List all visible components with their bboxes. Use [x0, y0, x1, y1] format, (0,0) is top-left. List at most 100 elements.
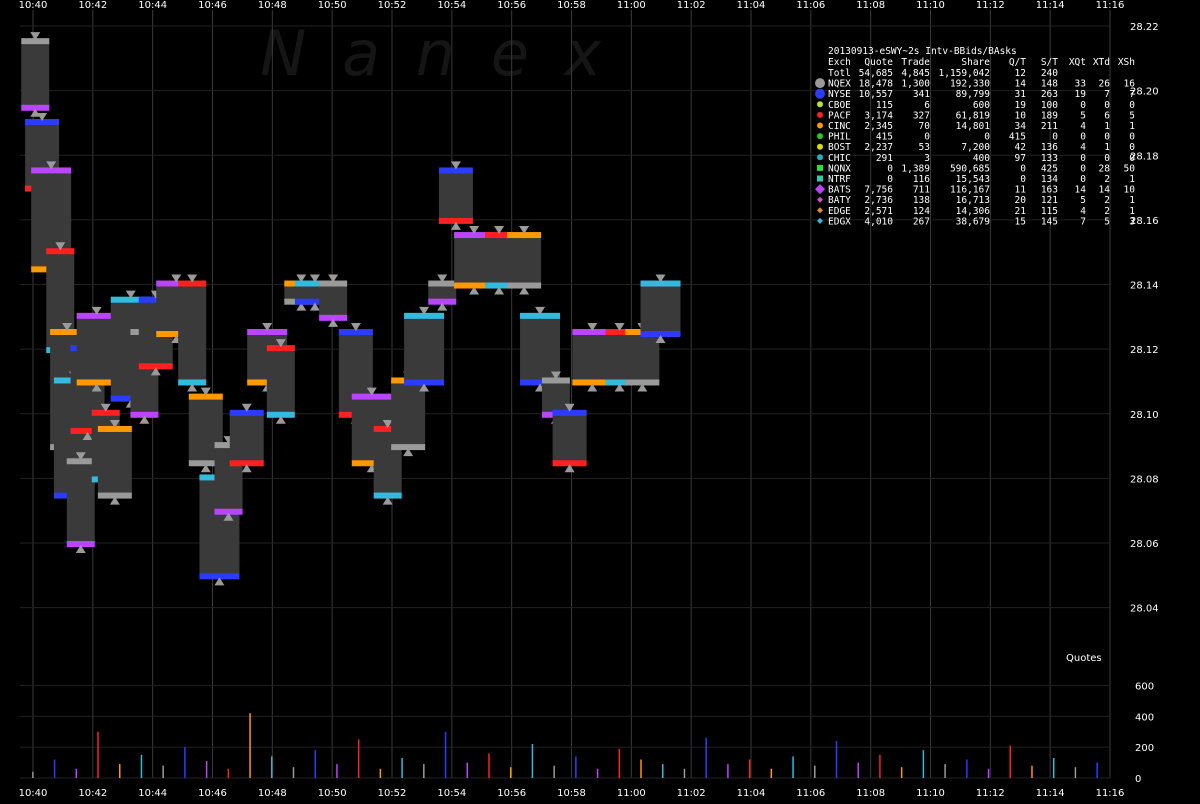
legend-cell-quote: 2,345	[864, 121, 893, 132]
legend-cell-quote: 415	[876, 132, 893, 143]
x-tick-label-top: 11:08	[856, 0, 885, 11]
legend-cell-xsh: 0	[1129, 153, 1135, 164]
legend-cell-share: 7,200	[961, 142, 990, 153]
legend-cell-quote: 291	[876, 153, 893, 164]
legend-cell-qt: 0	[1020, 174, 1026, 185]
legend-cell-exch: NYSE	[828, 89, 851, 100]
y-tick-label: 28.10	[1130, 410, 1159, 421]
legend-cell-exch: BOST	[828, 142, 851, 153]
legend-cell-qt: 11	[1015, 185, 1027, 196]
legend-cell-exch: NTRF	[828, 174, 851, 185]
bid-ask-bar	[66, 462, 95, 544]
legend-cell-exch: CHIC	[828, 153, 851, 164]
x-tick-label-top: 10:42	[78, 0, 107, 11]
y-tick-label: 28.06	[1130, 539, 1159, 550]
legend-cell-xqt: 7	[1080, 216, 1086, 227]
legend-marker-circle	[817, 133, 823, 140]
legend-header-cell: Quote	[864, 57, 893, 68]
bid-ask-bar	[266, 349, 295, 414]
legend-cell-share: 14,306	[956, 206, 991, 217]
legend-cell-qt: 15	[1015, 216, 1026, 227]
legend-cell-qt: 42	[1015, 142, 1026, 153]
x-tick-label-bottom: 11:16	[1096, 788, 1125, 799]
legend-cell-xsh: 0	[1129, 100, 1135, 111]
legend-cell-xtd: 14	[1099, 185, 1111, 196]
legend-cell-exch: CINC	[828, 121, 851, 132]
legend-marker-circle	[817, 111, 823, 118]
legend-cell-xsh: 0	[1129, 132, 1135, 143]
legend-cell-xtd: 1	[1104, 142, 1110, 153]
legend-cell-qt: 12	[1015, 68, 1026, 79]
legend-cell-exch: Totl	[828, 68, 851, 79]
legend-cell-exch: NQEX	[828, 79, 851, 90]
legend-cell-qt: 34	[1015, 121, 1027, 132]
legend-cell-qt: 97	[1015, 153, 1026, 164]
legend-cell-st: 0	[1052, 132, 1058, 143]
bid-ask-bar	[428, 284, 457, 301]
bid-ask-bar	[229, 413, 264, 463]
x-tick-label-top: 10:50	[318, 0, 347, 11]
legend-cell-xtd: 2	[1104, 206, 1110, 217]
legend-cell-xsh: 1	[1129, 121, 1135, 132]
x-tick-label-top: 11:10	[916, 0, 945, 11]
x-tick-label-bottom: 10:50	[318, 788, 347, 799]
legend-cell-exch: BATS	[828, 185, 851, 196]
legend-cell-share: 16,713	[956, 195, 990, 206]
legend-cell-st: 148	[1041, 79, 1058, 90]
legend-cell-share: 400	[973, 153, 990, 164]
legend-cell-share: 116,167	[950, 185, 990, 196]
legend-cell-quote: 2,237	[864, 142, 893, 153]
legend-cell-xqt: 0	[1080, 153, 1086, 164]
x-tick-label-bottom: 11:14	[1036, 788, 1065, 799]
legend-cell-qt: 14	[1015, 79, 1027, 90]
x-tick-label-bottom: 10:42	[78, 788, 107, 799]
x-tick-label-bottom: 10:56	[497, 788, 526, 799]
y-tick-label: 28.12	[1130, 345, 1159, 356]
legend-cell-quote: 18,478	[859, 79, 894, 90]
bid-ask-bar	[438, 171, 473, 220]
legend-cell-trade: 6	[924, 100, 930, 111]
legend-marker-square	[817, 175, 823, 182]
bid-ask-bar	[21, 42, 50, 107]
legend-cell-trade: 711	[913, 185, 930, 196]
x-tick-label-bottom: 11:00	[617, 788, 646, 799]
x-tick-label-top: 11:04	[737, 0, 766, 11]
legend-cell-xtd: 6	[1104, 110, 1110, 121]
legend-cell-st: 189	[1041, 110, 1058, 121]
legend-header-cell: XSh	[1118, 57, 1135, 68]
legend-cell-share: 89,799	[956, 89, 991, 100]
legend-cell-qt: 31	[1015, 89, 1027, 100]
legend-cell-trade: 1,300	[901, 79, 930, 90]
volume-label: Quotes	[1066, 653, 1102, 664]
legend-cell-xsh: 7	[1129, 89, 1135, 100]
legend-cell-exch: NQNX	[828, 163, 851, 174]
legend-cell-st: 100	[1041, 100, 1058, 111]
legend-cell-qt: 0	[1020, 163, 1026, 174]
legend-cell-xtd: 28	[1099, 163, 1111, 174]
legend-marker-circle	[815, 78, 825, 89]
legend-cell-xqt: 0	[1080, 100, 1086, 111]
legend-cell-xtd: 0	[1104, 153, 1110, 164]
legend-cell-xtd: 2	[1104, 174, 1110, 185]
chart-svg: N a n e x 10:40 10:40 10:42 10:42 10:44 10:44…	[0, 0, 1200, 800]
legend-cell-exch: PACF	[828, 110, 851, 121]
legend-cell-trade: 53	[919, 142, 930, 153]
legend-cell-st: 133	[1041, 153, 1058, 164]
legend-cell-st: 121	[1041, 195, 1058, 206]
y-tick-label: 28.08	[1130, 474, 1159, 485]
legend-cell-st: 134	[1041, 174, 1058, 185]
bid-ask-bar	[640, 284, 681, 333]
x-tick-label-bottom: 11:08	[856, 788, 885, 799]
volume-tick-label: 400	[1135, 712, 1154, 723]
y-tick-label: 28.22	[1130, 22, 1159, 33]
legend-cell-xqt: 5	[1080, 195, 1086, 206]
legend-cell-xtd: 0	[1104, 100, 1110, 111]
legend-cell-trade: 0	[924, 132, 930, 143]
legend-cell-xsh: 16	[1124, 79, 1136, 90]
x-tick-label-bottom: 10:52	[378, 788, 407, 799]
legend-cell-qt: 20	[1015, 195, 1027, 206]
legend-cell-trade: 1,389	[901, 163, 930, 174]
legend-cell-exch: CBOE	[828, 100, 851, 111]
x-tick-label-bottom: 11:02	[677, 788, 706, 799]
legend-cell-quote: 3,174	[864, 110, 893, 121]
